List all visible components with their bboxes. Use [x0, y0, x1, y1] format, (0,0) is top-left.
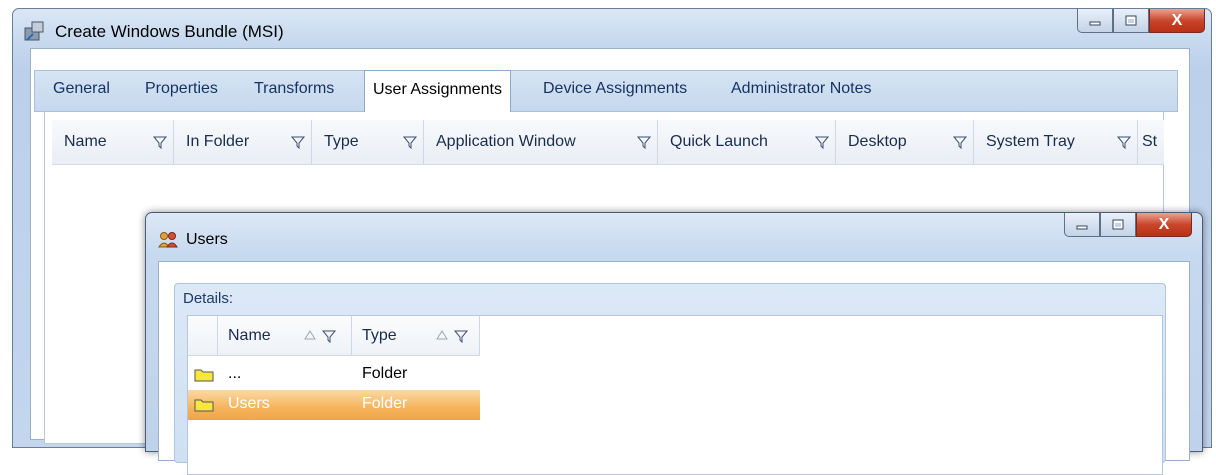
item-name: ...: [228, 365, 242, 382]
details-label: Details:: [183, 290, 234, 307]
column-quick-launch[interactable]: Quick Launch: [658, 120, 836, 164]
column-type[interactable]: Type: [312, 120, 424, 164]
close-icon: X: [1171, 11, 1183, 29]
sort-ascending-icon[interactable]: [436, 330, 448, 340]
list-column-type[interactable]: Type: [352, 316, 480, 356]
maximize-icon: [1125, 15, 1137, 25]
tab-properties[interactable]: Properties: [145, 80, 218, 98]
window-caption-buttons: X: [1077, 9, 1205, 33]
item-type: Folder: [362, 365, 408, 382]
dialog-minimize-button[interactable]: [1064, 213, 1100, 237]
maximize-icon: [1112, 219, 1124, 229]
minimize-button[interactable]: [1077, 9, 1113, 33]
tab-transforms[interactable]: Transforms: [254, 80, 334, 98]
column-application-window[interactable]: Application Window: [424, 120, 658, 164]
folder-icon: [194, 369, 214, 382]
column-system-tray-label: System Tray: [986, 133, 1075, 150]
filter-icon[interactable]: [637, 135, 651, 149]
minimize-icon: [1089, 21, 1101, 25]
window-title: Create Windows Bundle (MSI): [55, 22, 284, 41]
users-group-icon: [158, 232, 178, 248]
column-name-label: Name: [64, 133, 107, 150]
users-dialog: Users X Details: Name Type ... Folder Us…: [145, 212, 1203, 475]
item-type: Folder: [362, 395, 408, 412]
column-name[interactable]: Name: [52, 120, 174, 164]
maximize-button[interactable]: [1113, 9, 1149, 33]
column-system-tray[interactable]: System Tray: [974, 120, 1138, 164]
tab-strip: General Properties Transforms User Assig…: [34, 70, 1178, 112]
dialog-maximize-button[interactable]: [1100, 213, 1136, 237]
filter-icon[interactable]: [403, 135, 417, 149]
column-desktop-label: Desktop: [848, 133, 907, 150]
dialog-caption-buttons: X: [1064, 213, 1192, 237]
column-in-folder-label: In Folder: [186, 133, 250, 150]
column-st[interactable]: St: [1138, 120, 1164, 164]
column-type-label: Type: [324, 133, 359, 150]
column-quick-launch-label: Quick Launch: [670, 133, 768, 150]
filter-icon[interactable]: [322, 329, 336, 343]
list-column-type-label: Type: [362, 327, 397, 344]
column-application-window-label: Application Window: [436, 133, 576, 150]
list-column-name[interactable]: Name: [218, 316, 352, 356]
filter-icon[interactable]: [153, 135, 167, 149]
details-group: Details: Name Type ... Folder Users Fold…: [174, 283, 1166, 475]
tab-user-assignments[interactable]: User Assignments: [364, 70, 511, 112]
list-item[interactable]: ... Folder: [188, 360, 480, 390]
column-desktop[interactable]: Desktop: [836, 120, 974, 164]
filter-icon[interactable]: [291, 135, 305, 149]
dialog-titlebar: Users: [158, 227, 228, 253]
column-in-folder[interactable]: In Folder: [174, 120, 312, 164]
filter-icon[interactable]: [1117, 135, 1131, 149]
item-name: Users: [228, 395, 270, 412]
filter-icon[interactable]: [953, 135, 967, 149]
dialog-close-button[interactable]: X: [1136, 213, 1192, 237]
tab-administrator-notes[interactable]: Administrator Notes: [731, 80, 872, 98]
minimize-icon: [1076, 225, 1088, 229]
close-button[interactable]: X: [1149, 9, 1205, 33]
dialog-title: Users: [186, 231, 228, 248]
sort-ascending-icon[interactable]: [304, 330, 316, 340]
window-titlebar: Create Windows Bundle (MSI): [23, 19, 284, 45]
close-icon: X: [1158, 215, 1170, 233]
assignments-grid-header: Name In Folder Type Application Window Q…: [52, 120, 1164, 165]
bundle-app-icon: [24, 21, 44, 41]
list-column-name-label: Name: [228, 327, 271, 344]
list-item-selected[interactable]: Users Folder: [188, 390, 480, 420]
folder-icon: [194, 399, 214, 412]
tab-general[interactable]: General: [53, 80, 110, 98]
row-header-gutter: [188, 316, 218, 356]
details-list[interactable]: Name Type ... Folder Users Folder: [187, 315, 1163, 475]
tab-device-assignments[interactable]: Device Assignments: [543, 80, 687, 98]
column-st-label: St: [1142, 133, 1158, 150]
filter-icon[interactable]: [815, 135, 829, 149]
filter-icon[interactable]: [454, 329, 468, 343]
